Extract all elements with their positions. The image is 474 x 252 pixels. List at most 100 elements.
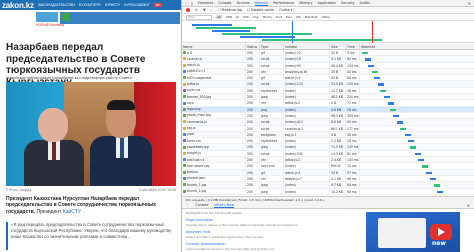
nav-accountant[interactable]: БУХГАЛТЕРУ: [79, 3, 101, 7]
drawer-tab-whats-new[interactable]: What's New: [214, 203, 234, 208]
feature-eager-eval[interactable]: Eager evaluation: [186, 218, 213, 222]
filter-media[interactable]: Media: [263, 15, 272, 19]
feature-argument-hints[interactable]: Argument hints: [186, 230, 211, 234]
col-size[interactable]: Size: [330, 44, 346, 49]
tab-network[interactable]: Network: [254, 1, 269, 6]
filter-ws[interactable]: WS: [296, 15, 301, 19]
request-type: script: [260, 81, 284, 87]
close-icon[interactable]: ✕: [468, 1, 471, 6]
tab-application[interactable]: Application: [318, 1, 336, 5]
disable-cache-checkbox[interactable]: ☐ Disable cache: [247, 8, 274, 12]
promo-banner[interactable]: [60, 12, 180, 24]
throttle-select[interactable]: Online ▾: [279, 8, 292, 12]
request-size: 0 B: [330, 131, 346, 138]
feature-eager-eval-desc: Preview return values in the Console wit…: [186, 223, 299, 227]
tab-audits[interactable]: Audits: [360, 1, 370, 5]
request-initiator: (index): [284, 188, 330, 194]
request-type: jpeg: [260, 112, 284, 119]
filter-input[interactable]: Filter: [186, 14, 212, 20]
request-size: 58.4 KB: [330, 62, 346, 68]
inspect-icon[interactable]: ⬚: [185, 1, 189, 6]
tab-console[interactable]: Console: [218, 1, 231, 5]
nav-legislation[interactable]: ЗАКОНОДАТЕЛЬСТВО: [38, 3, 75, 7]
filter-doc[interactable]: Doc: [286, 15, 292, 19]
xhr-file-icon: [183, 177, 186, 181]
waterfall-bar: [393, 114, 399, 118]
request-status: 200: [246, 56, 260, 62]
request-waterfall: [360, 144, 474, 149]
request-initiator: (index):22: [284, 50, 330, 56]
nav-currency[interactable]: КУРСЫ ВАЛЮТ: [124, 3, 150, 7]
request-initiator: (index): [284, 106, 330, 112]
request-initiator: (index): [284, 138, 330, 144]
request-status: 200: [246, 87, 260, 94]
search-icon[interactable]: ⌕: [211, 8, 213, 12]
col-name[interactable]: Name: [182, 44, 246, 49]
request-waterfall: [360, 170, 474, 175]
waterfall-bar: [380, 89, 386, 93]
nav-lawyer[interactable]: ЮРИСТУ: [105, 3, 120, 7]
filter-icon[interactable]: ▼: [203, 8, 206, 12]
tab-performance[interactable]: Performance: [273, 1, 294, 5]
preserve-log-checkbox[interactable]: ☐ Preserve log: [218, 8, 242, 12]
clear-icon[interactable]: ⊘: [195, 8, 198, 12]
col-initiator[interactable]: Initiator: [284, 44, 330, 49]
person-left: [20, 106, 86, 186]
filter-font[interactable]: Font: [276, 15, 283, 19]
col-time[interactable]: Time: [346, 44, 360, 49]
request-type: jpeg: [260, 188, 284, 194]
img-file-icon: [183, 76, 186, 80]
site-logo[interactable]: zakon.kz: [2, 1, 34, 10]
article-quote: «Я рад передать председательство в Совет…: [11, 222, 172, 239]
table-row[interactable]: thumb_2.jpg 200 jpeg (index) 10.2 KB 66 ms: [182, 188, 474, 195]
waterfall-bar: [437, 190, 443, 193]
request-waterfall: [360, 113, 474, 118]
article-link[interactable]: КарСТУ: [63, 209, 81, 215]
request-size: 10.2 KB: [330, 188, 346, 194]
drawer-close-icon[interactable]: ✕: [467, 203, 470, 208]
filter-xhr[interactable]: XHR: [226, 15, 232, 19]
feature-autocomplete[interactable]: Function autocompletion: [186, 242, 226, 246]
request-waterfall: [360, 63, 474, 68]
play-icon[interactable]: [430, 224, 452, 240]
device-icon[interactable]: ▯: [191, 1, 193, 6]
img-file-icon: [183, 170, 186, 174]
record-icon[interactable]: [186, 8, 190, 12]
request-type: jpeg: [260, 94, 284, 100]
col-type[interactable]: Type: [260, 44, 284, 49]
waterfall-bar: [415, 152, 421, 156]
request-name: related.json: [182, 175, 246, 182]
request-name-text: related.json: [187, 176, 206, 181]
request-name-text: nazarbaev.jpg: [187, 144, 209, 149]
img-file-icon: [183, 183, 186, 187]
waterfall-bar: [405, 133, 411, 137]
photo-caption: © Фото: Акорда 3 сентября 2018, 15:58: [6, 188, 176, 192]
network-overview[interactable]: [182, 21, 474, 43]
drawer-tabs: ⋮ Console What's New ✕: [182, 202, 474, 209]
filter-css[interactable]: CSS: [243, 15, 249, 19]
tab-elements[interactable]: Elements: [198, 1, 213, 5]
request-size: 24.0 KB: [330, 81, 346, 87]
request-name: collect?v=1: [182, 68, 246, 75]
whats-new-video[interactable]: new: [366, 212, 460, 252]
col-status[interactable]: Status: [246, 44, 260, 49]
request-waterfall: [360, 88, 474, 93]
drawer-tab-console[interactable]: Console: [195, 203, 208, 207]
filter-all[interactable]: All: [216, 15, 222, 19]
xhr-file-icon: [183, 133, 186, 136]
request-time: 34 ms: [346, 131, 360, 138]
feature-autocomplete-desc: Autocomplete functions in the Console af…: [186, 247, 275, 251]
tab-sources[interactable]: Sources: [236, 1, 249, 5]
col-waterfall[interactable]: Waterfall: [360, 44, 474, 49]
request-size: 35 B: [330, 68, 346, 75]
request-size: 43 B: [330, 169, 346, 175]
filter-other[interactable]: Other: [322, 15, 331, 19]
filter-img[interactable]: Img: [253, 15, 259, 19]
banner-ad[interactable]: [36, 12, 58, 22]
tab-security[interactable]: Security: [341, 1, 355, 5]
tab-memory[interactable]: Memory: [299, 1, 312, 5]
filter-manifest[interactable]: Manifest: [305, 15, 318, 19]
nav-number[interactable]: №: [153, 3, 162, 7]
filter-js[interactable]: JS: [236, 15, 239, 19]
drawer-menu-icon[interactable]: ⋮: [186, 203, 189, 207]
